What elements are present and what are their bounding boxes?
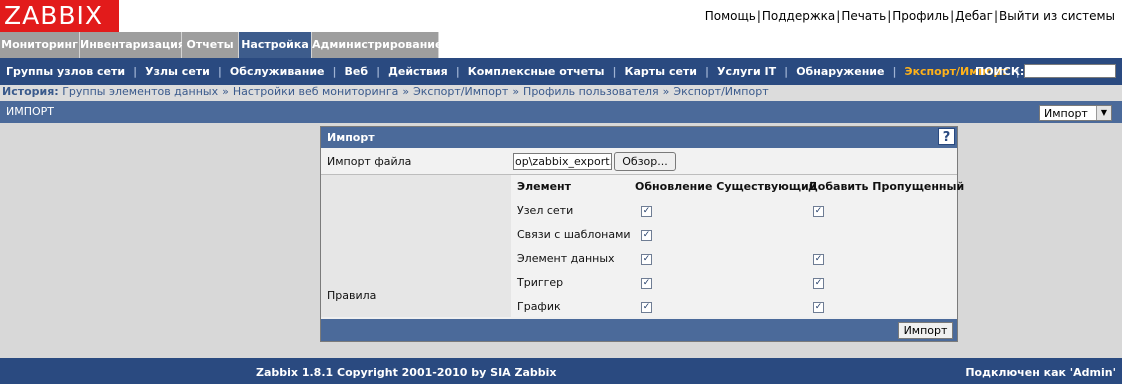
submenu-discovery[interactable]: Обнаружение bbox=[796, 65, 884, 78]
history-item[interactable]: Экспорт/Импорт bbox=[673, 85, 768, 98]
profile-link[interactable]: Профиль bbox=[892, 9, 949, 23]
column-header-add: Добавить Пропущенный bbox=[808, 180, 965, 193]
rule-name-item: Элемент данных bbox=[517, 252, 615, 265]
add-item-checkbox[interactable]: ✓ bbox=[813, 254, 824, 265]
add-host-checkbox[interactable]: ✓ bbox=[813, 206, 824, 217]
search-input[interactable] bbox=[1024, 64, 1116, 78]
top-links: Помощь|Поддержка|Печать|Профиль|Дебаг|Вы… bbox=[704, 9, 1115, 23]
rules-label: Правила bbox=[327, 289, 377, 302]
form-title: Импорт bbox=[327, 131, 375, 144]
update-graph-checkbox[interactable]: ✓ bbox=[641, 302, 652, 313]
top-bar: ZABBIX Помощь|Поддержка|Печать|Профиль|Д… bbox=[0, 0, 1122, 32]
file-label: Импорт файла bbox=[327, 155, 412, 168]
tab-reports[interactable]: Отчеты bbox=[182, 32, 239, 58]
logout-link[interactable]: Выйти из системы bbox=[999, 9, 1115, 23]
rule-name-template-links: Связи с шаблонами bbox=[517, 228, 631, 241]
history-item[interactable]: Профиль пользователя bbox=[523, 85, 659, 98]
import-button[interactable]: Импорт bbox=[898, 322, 953, 339]
add-graph-checkbox[interactable]: ✓ bbox=[813, 302, 824, 313]
help-icon[interactable]: ? bbox=[938, 128, 955, 145]
main-menu: Мониторинг Инвентаризация Отчеты Настрой… bbox=[0, 32, 1122, 58]
column-header-update: Обновление Существующий bbox=[635, 180, 817, 193]
history-label: История: bbox=[2, 85, 59, 98]
rule-name-host: Узел сети bbox=[517, 204, 574, 217]
print-link[interactable]: Печать bbox=[841, 9, 886, 23]
submenu-hosts[interactable]: Узлы сети bbox=[145, 65, 210, 78]
submenu-screens[interactable]: Комплексные отчеты bbox=[468, 65, 605, 78]
file-path-field[interactable]: op\zabbix_export.xml bbox=[513, 153, 612, 170]
update-host-checkbox[interactable]: ✓ bbox=[641, 206, 652, 217]
sub-menu: Группы узлов сети | Узлы сети | Обслуживание… bbox=[0, 58, 1122, 85]
submenu-it-services[interactable]: Услуги IT bbox=[717, 65, 776, 78]
debug-link[interactable]: Дебаг bbox=[955, 9, 993, 23]
rule-name-graph: График bbox=[517, 300, 561, 313]
update-template-links-checkbox[interactable]: ✓ bbox=[641, 230, 652, 241]
history-item[interactable]: Группы элементов данных bbox=[62, 85, 218, 98]
support-link[interactable]: Поддержка bbox=[762, 9, 835, 23]
connected-user-text: Подключен как 'Admin' bbox=[965, 366, 1116, 379]
copyright-text: Zabbix 1.8.1 Copyright 2001-2010 by SIA … bbox=[256, 366, 557, 379]
tab-administration[interactable]: Администрирование bbox=[312, 32, 442, 58]
rules-label-column: Правила bbox=[321, 175, 511, 317]
import-form: Импорт ? Импорт файла op\zabbix_export.x… bbox=[320, 126, 964, 342]
page-title: ИМПОРТ bbox=[6, 105, 55, 118]
form-header: Импорт ? bbox=[321, 127, 957, 148]
mode-select[interactable]: Импорт ▼ bbox=[1039, 105, 1112, 121]
tab-monitoring[interactable]: Мониторинг bbox=[0, 32, 80, 58]
submenu-maps[interactable]: Карты сети bbox=[625, 65, 698, 78]
submenu-maintenance[interactable]: Обслуживание bbox=[230, 65, 325, 78]
rules-table: Элемент Обновление Существующий Добавить… bbox=[511, 175, 964, 317]
browse-button[interactable]: Обзор... bbox=[614, 152, 676, 171]
update-trigger-checkbox[interactable]: ✓ bbox=[641, 278, 652, 289]
update-item-checkbox[interactable]: ✓ bbox=[641, 254, 652, 265]
tab-inventory[interactable]: Инвентаризация bbox=[80, 32, 185, 58]
submenu-host-groups[interactable]: Группы узлов сети bbox=[6, 65, 125, 78]
form-footer: Импорт bbox=[321, 319, 957, 341]
add-trigger-checkbox[interactable]: ✓ bbox=[813, 278, 824, 289]
rule-name-trigger: Триггер bbox=[517, 276, 564, 289]
chevron-down-icon[interactable]: ▼ bbox=[1096, 106, 1111, 120]
breadcrumb-history: История: Группы элементов данных» Настрой… bbox=[0, 85, 1122, 101]
column-header-element: Элемент bbox=[517, 180, 572, 193]
history-item[interactable]: Экспорт/Импорт bbox=[413, 85, 508, 98]
tab-configuration[interactable]: Настройка bbox=[239, 32, 312, 58]
file-row: Импорт файла op\zabbix_export.xml Обзор.… bbox=[321, 148, 957, 175]
submenu-actions[interactable]: Действия bbox=[388, 65, 448, 78]
submenu-web[interactable]: Веб bbox=[345, 65, 369, 78]
help-link[interactable]: Помощь bbox=[705, 9, 756, 23]
page-footer: Zabbix 1.8.1 Copyright 2001-2010 by SIA … bbox=[0, 358, 1122, 384]
search-label: ПОИСК: bbox=[975, 65, 1025, 78]
mode-select-value: Импорт bbox=[1044, 107, 1088, 120]
page-header: ИМПОРТ bbox=[0, 101, 1122, 123]
history-item[interactable]: Настройки веб мониторинга bbox=[233, 85, 399, 98]
zabbix-logo[interactable]: ZABBIX bbox=[0, 0, 119, 32]
